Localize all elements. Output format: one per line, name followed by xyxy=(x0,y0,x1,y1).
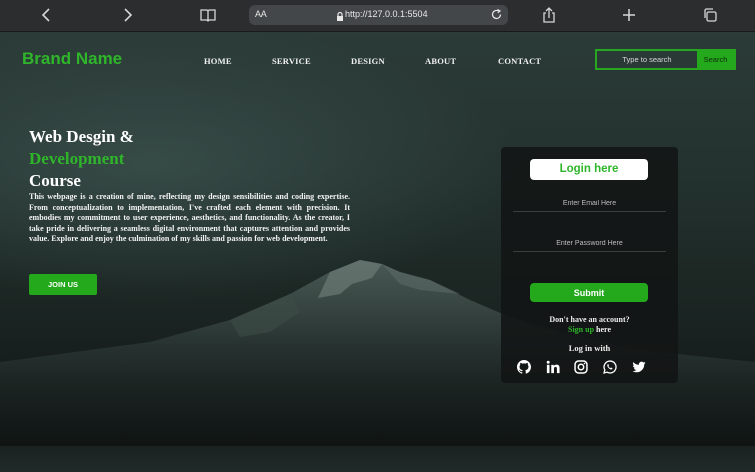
brand-logo[interactable]: Brand Name xyxy=(22,49,122,69)
email-field[interactable] xyxy=(513,195,666,212)
twitter-icon[interactable] xyxy=(632,360,646,374)
reader-book-icon[interactable] xyxy=(199,6,217,24)
forward-icon[interactable] xyxy=(118,6,136,24)
linkedin-icon[interactable] xyxy=(546,360,560,374)
signup-line: Sign up here xyxy=(501,325,678,335)
hero-paragraph: This webpage is a creation of mine, refl… xyxy=(29,192,350,244)
lock-icon xyxy=(335,9,345,21)
search-box: Search xyxy=(595,49,736,70)
hero-title-line-1: Web Desgin & xyxy=(29,127,134,146)
hero-title-line-3: Course xyxy=(29,171,81,190)
instagram-icon[interactable] xyxy=(574,360,588,374)
github-icon[interactable] xyxy=(517,360,531,374)
password-field[interactable] xyxy=(513,235,666,252)
nav-service[interactable]: SERVICE xyxy=(272,56,311,66)
tab-overview-icon[interactable] xyxy=(701,6,719,24)
url-text: http://127.0.0.1:5504 xyxy=(345,9,428,19)
page-footer-band xyxy=(0,446,755,472)
hero-title: Web Desgin & Development Course xyxy=(29,126,229,192)
search-input[interactable] xyxy=(597,51,697,68)
nav-design[interactable]: DESIGN xyxy=(351,56,385,66)
address-bar[interactable]: AA http://127.0.0.1:5504 xyxy=(249,5,508,25)
search-button[interactable]: Search xyxy=(697,51,734,68)
nav-home[interactable]: HOME xyxy=(204,56,232,66)
whatsapp-icon[interactable] xyxy=(603,360,617,374)
hero-title-line-2: Development xyxy=(29,149,125,168)
login-heading: Login here xyxy=(530,159,648,180)
text-size-button[interactable]: AA xyxy=(255,9,267,19)
login-card: Login here Submit Don't have an account?… xyxy=(501,147,678,383)
join-us-button[interactable]: JOIN US xyxy=(29,274,97,295)
nav-contact[interactable]: CONTACT xyxy=(498,56,541,66)
web-page: Brand Name HOME SERVICE DESIGN ABOUT CON… xyxy=(0,32,755,472)
browser-toolbar: AA http://127.0.0.1:5504 xyxy=(0,0,755,32)
reload-icon[interactable] xyxy=(490,8,503,21)
signup-suffix: here xyxy=(594,325,611,334)
share-icon[interactable] xyxy=(540,6,558,24)
signup-link[interactable]: Sign up xyxy=(568,325,594,334)
back-icon[interactable] xyxy=(38,6,56,24)
no-account-text: Don't have an account? xyxy=(549,315,630,324)
new-tab-icon[interactable] xyxy=(620,6,638,24)
nav-about[interactable]: ABOUT xyxy=(425,56,456,66)
login-with-label: Log in with xyxy=(568,343,611,353)
submit-button[interactable]: Submit xyxy=(530,283,648,302)
